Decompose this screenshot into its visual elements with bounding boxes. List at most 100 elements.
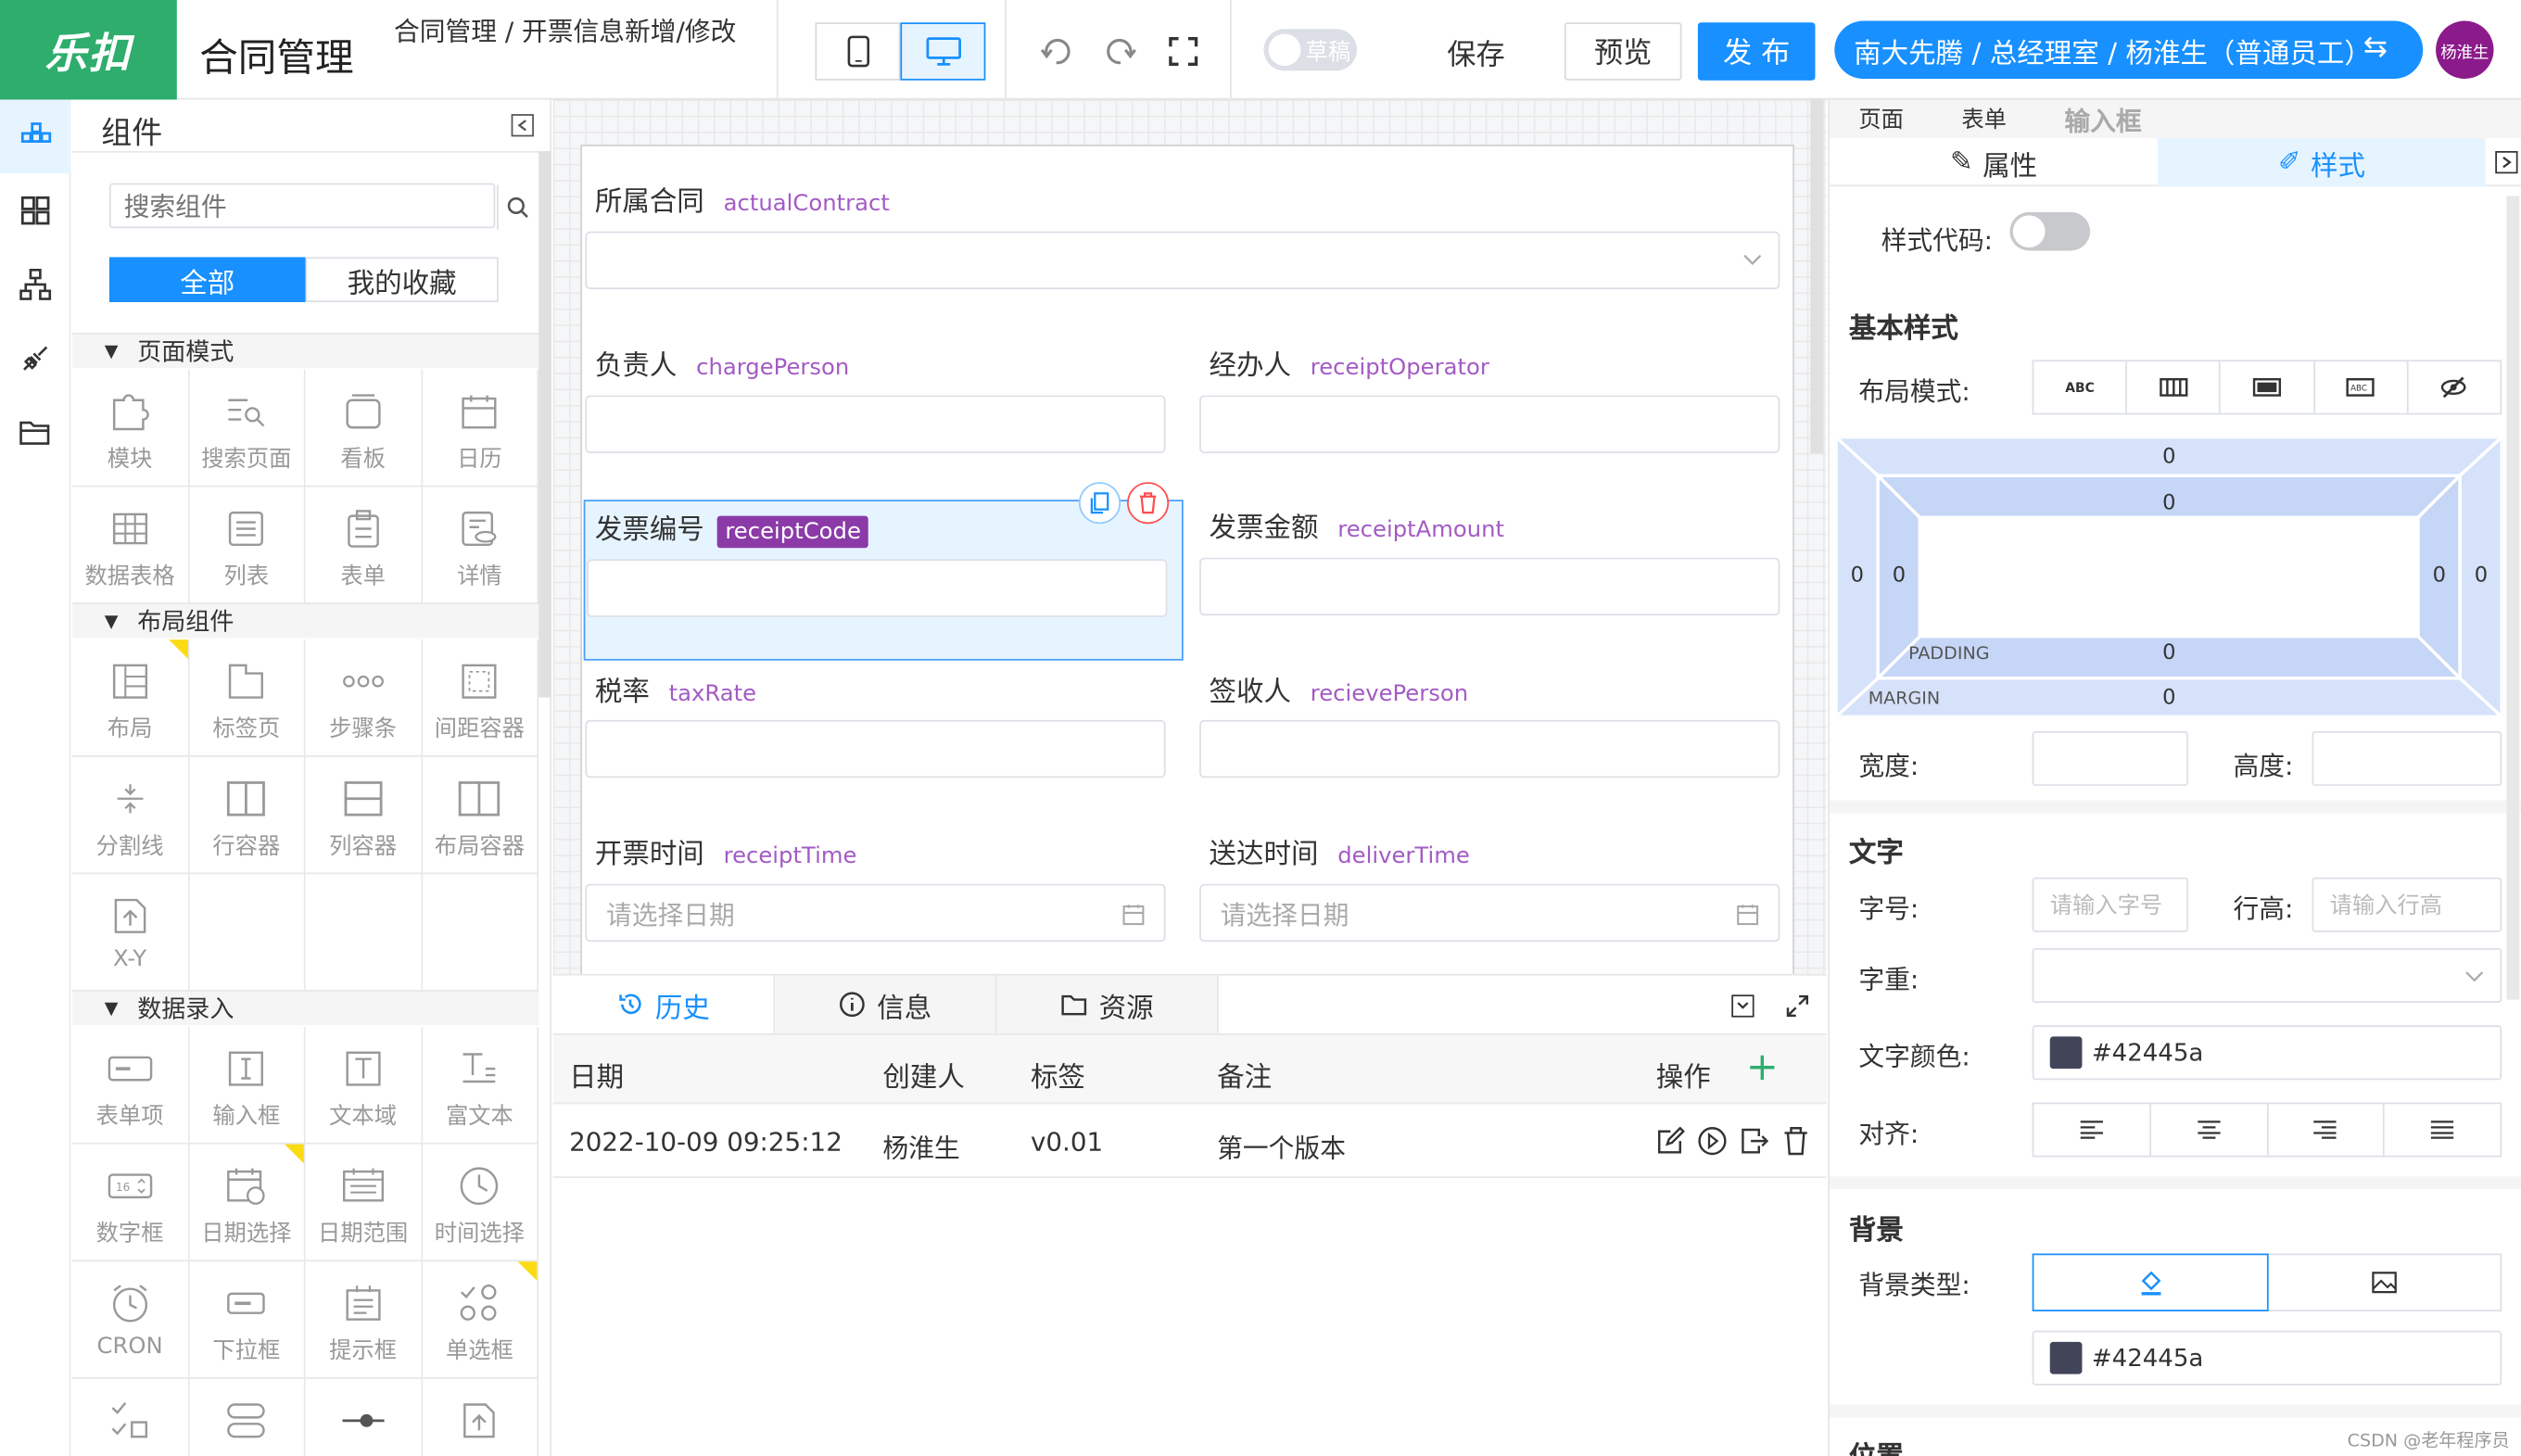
bg-color-picker[interactable]: #42445a — [2032, 1330, 2502, 1386]
tab-resources[interactable]: 资源 — [996, 975, 1219, 1033]
text-color-picker[interactable]: #42445a — [2032, 1025, 2502, 1081]
tab-all[interactable]: 全部 — [108, 257, 306, 302]
component-upload[interactable] — [422, 1378, 539, 1456]
avatar[interactable]: 杨淮生 — [2436, 20, 2494, 79]
component-search-page[interactable]: 搜索页面 — [188, 369, 306, 487]
align-right-icon[interactable] — [2268, 1104, 2385, 1156]
padding-left-value[interactable]: 0 — [1893, 564, 1906, 589]
margin-right-value[interactable]: 0 — [2475, 564, 2488, 589]
crumb-input[interactable]: 输入框 — [2035, 100, 2171, 139]
mobile-view-button[interactable] — [815, 22, 901, 81]
component-time-picker[interactable]: 时间选择 — [422, 1144, 539, 1262]
component-list[interactable]: 列表 — [188, 487, 306, 604]
fullscreen-icon[interactable] — [1164, 32, 1203, 71]
receipt-code-input[interactable] — [587, 559, 1168, 617]
component-divider[interactable]: 分割线 — [72, 756, 189, 875]
crumb-page[interactable]: 页面 — [1830, 100, 1932, 139]
image-icon[interactable] — [2267, 1255, 2501, 1310]
tab-favorites[interactable]: 我的收藏 — [305, 257, 499, 302]
align-left-icon[interactable] — [2033, 1104, 2151, 1156]
component-cron[interactable]: CRON — [72, 1261, 189, 1379]
padding-top-value[interactable]: 0 — [2162, 492, 2175, 516]
align-center-icon[interactable] — [2151, 1104, 2268, 1156]
folder-nav[interactable] — [0, 396, 70, 470]
style-code-toggle[interactable] — [2009, 211, 2091, 251]
section-data-entry[interactable]: ▼ 数据录入 — [72, 990, 539, 1026]
component-switch[interactable] — [189, 1378, 306, 1456]
save-button[interactable]: 保存 — [1447, 32, 1504, 74]
component-layout-container[interactable]: 布局容器 — [422, 756, 539, 875]
collapse-panel-icon[interactable] — [511, 114, 534, 137]
component-steps[interactable]: 步骤条 — [305, 639, 423, 757]
component-row-container[interactable]: 行容器 — [188, 756, 306, 875]
component-select[interactable]: 下拉框 — [188, 1261, 306, 1379]
component-rich-text[interactable]: 富文本 — [422, 1027, 539, 1145]
component-checkbox[interactable] — [72, 1378, 189, 1456]
line-height-input[interactable]: 请输入行高 — [2312, 877, 2502, 932]
tab-style[interactable]: ✐ 样式 — [2157, 138, 2486, 187]
form-container[interactable]: 所属合同 actualContract 负责人 chargePerson 经办人 re… — [580, 145, 1794, 978]
draft-toggle[interactable]: 草稿 — [1263, 29, 1358, 71]
collapse-panel-icon[interactable] — [2495, 150, 2518, 174]
block-mode-icon[interactable] — [2127, 361, 2222, 413]
component-dashboard[interactable]: 看板 — [305, 369, 423, 487]
trash-icon[interactable] — [1780, 1125, 1812, 1158]
scrollbar[interactable] — [1810, 99, 1824, 453]
selected-field[interactable]: 发票编号 receiptCode — [583, 482, 1184, 661]
inline-block-mode-icon[interactable]: ABC — [2314, 361, 2409, 413]
component-slider[interactable] — [306, 1378, 423, 1456]
component-module[interactable]: 模块 — [72, 369, 189, 487]
component-form-item[interactable]: 表单项 — [72, 1027, 189, 1145]
component-spacing-container[interactable]: 间距容器 — [422, 639, 539, 757]
plugin-nav[interactable] — [0, 322, 70, 396]
delete-icon[interactable] — [1127, 482, 1170, 525]
desktop-view-button[interactable] — [900, 22, 986, 81]
receipt-amount-input[interactable] — [1199, 557, 1780, 616]
font-weight-select[interactable] — [2032, 948, 2502, 1004]
charge-person-input[interactable] — [585, 395, 1166, 453]
tab-attributes[interactable]: ✎ 属性 — [1830, 138, 2158, 186]
expand-icon[interactable] — [1785, 994, 1811, 1019]
publish-button[interactable]: 发 布 — [1697, 22, 1816, 81]
undo-icon[interactable] — [1037, 32, 1076, 71]
receipt-operator-input[interactable] — [1199, 395, 1780, 453]
collapse-icon[interactable] — [1731, 994, 1755, 1018]
preview-button[interactable]: 预览 — [1564, 22, 1682, 81]
component-calendar[interactable]: 日历 — [422, 369, 539, 487]
layout-nav[interactable] — [0, 173, 70, 247]
component-tooltip[interactable]: 提示框 — [305, 1261, 423, 1379]
tab-info[interactable]: 信息 — [775, 975, 997, 1033]
width-input[interactable] — [2032, 730, 2188, 786]
section-page-mode[interactable]: ▼ 页面模式 — [72, 332, 539, 369]
component-layout[interactable]: 布局 — [72, 639, 189, 757]
tree-nav[interactable] — [0, 247, 70, 322]
deliver-time-picker[interactable]: 请选择日期 — [1199, 883, 1780, 943]
component-number[interactable]: 16 数字框 — [72, 1144, 189, 1262]
tab-history[interactable]: 历史 — [552, 975, 776, 1033]
fill-mode-icon[interactable] — [2221, 361, 2315, 413]
height-input[interactable] — [2312, 730, 2502, 786]
section-layout[interactable]: ▼ 布局组件 — [72, 602, 539, 639]
margin-left-value[interactable]: 0 — [1851, 564, 1864, 589]
recieve-person-input[interactable] — [1199, 719, 1780, 779]
align-justify-icon[interactable] — [2385, 1104, 2500, 1155]
component-detail[interactable]: 详情 — [422, 487, 539, 604]
component-col-container[interactable]: 列容器 — [305, 756, 423, 875]
org-switcher[interactable]: 南大先腾 / 总经理室 / 杨淮生（普通员工） ⇆ — [1834, 20, 2424, 79]
component-form[interactable]: 表单 — [305, 487, 423, 604]
table-row[interactable]: 2022-10-09 09:25:12 杨淮生 v0.01 第一个版本 — [552, 1104, 1827, 1179]
edit-icon[interactable] — [1654, 1125, 1687, 1158]
padding-bottom-value[interactable]: 0 — [2162, 641, 2175, 665]
component-textarea[interactable]: 文本域 — [305, 1027, 423, 1145]
components-nav[interactable] — [0, 99, 71, 174]
padding-right-value[interactable]: 0 — [2433, 564, 2446, 589]
font-size-input[interactable]: 请输入字号 — [2032, 877, 2188, 932]
scrollbar[interactable] — [2506, 196, 2520, 1000]
play-icon[interactable] — [1696, 1125, 1729, 1158]
component-xy[interactable]: X-Y — [72, 874, 189, 992]
add-icon[interactable]: + — [1746, 1045, 1779, 1090]
crumb-form[interactable]: 表单 — [1932, 100, 2035, 139]
contract-select[interactable] — [585, 231, 1780, 290]
search-input[interactable] — [110, 184, 449, 227]
component-input[interactable]: 输入框 — [188, 1027, 306, 1145]
